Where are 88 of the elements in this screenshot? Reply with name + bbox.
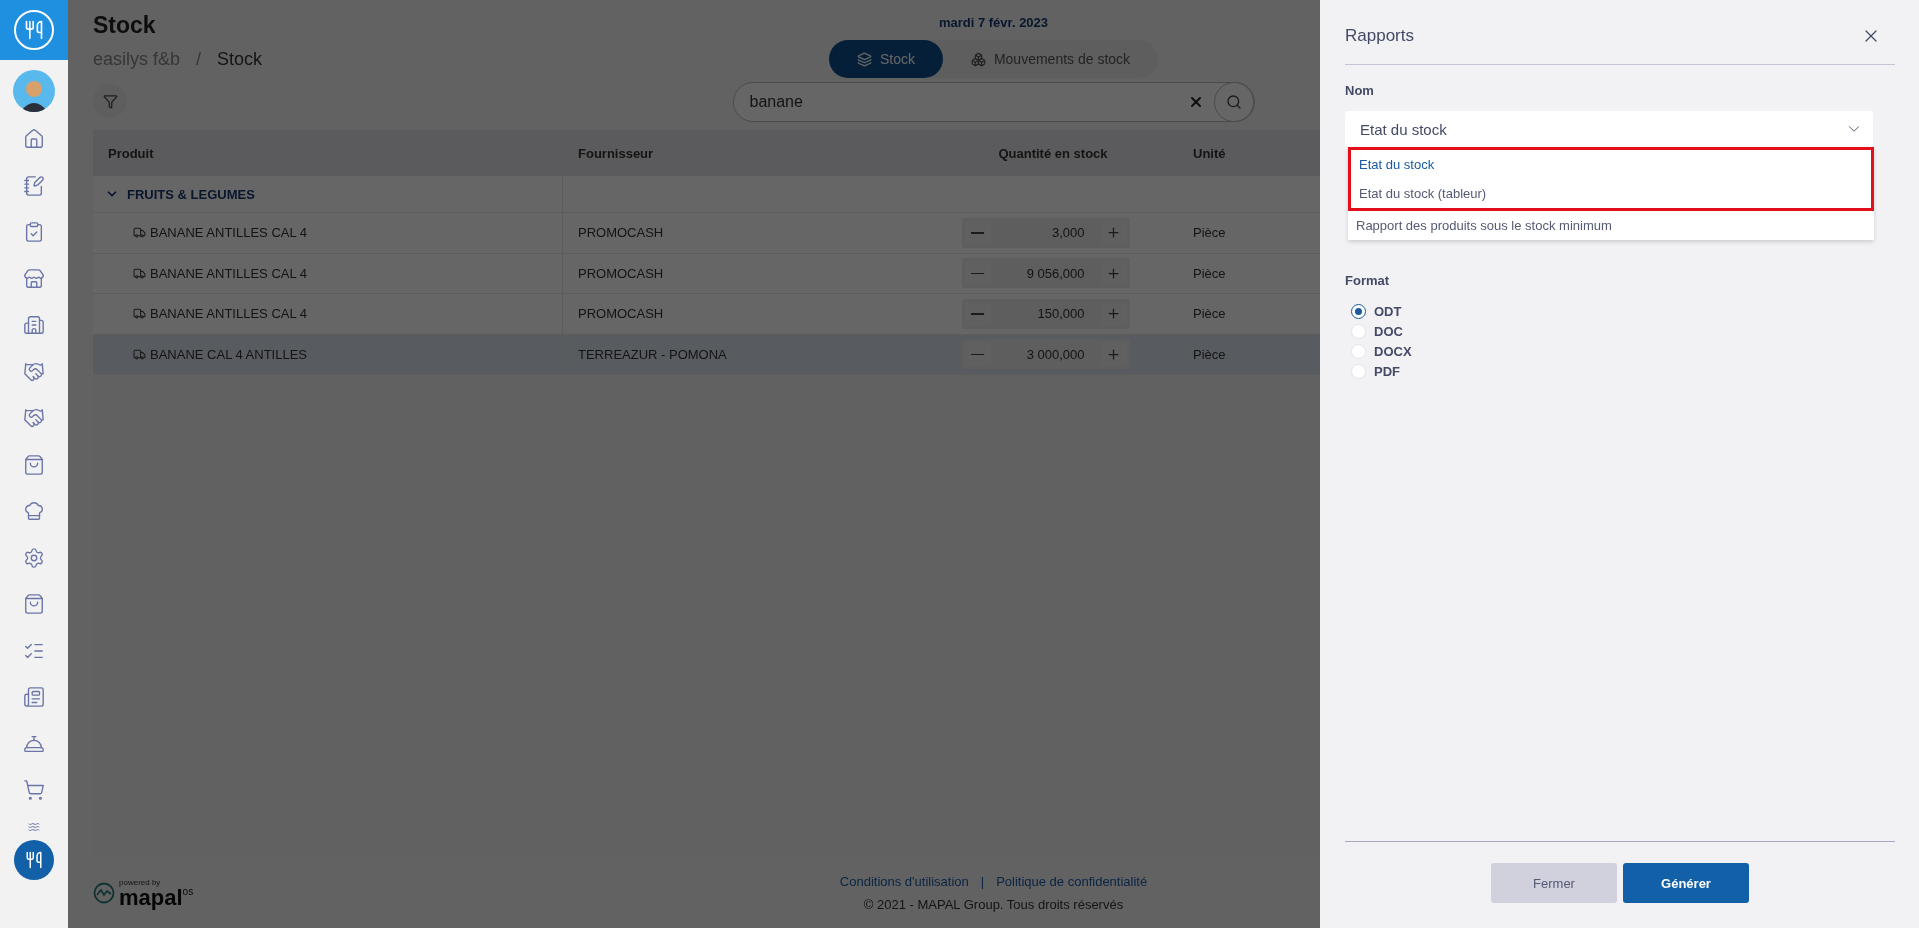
radio-label[interactable]: DOCX bbox=[1374, 344, 1412, 359]
quantity-value[interactable]: 9 056,000 bbox=[1026, 265, 1085, 281]
dropdown-option[interactable]: Etat du stock bbox=[1351, 150, 1871, 179]
notepad-pen-icon[interactable] bbox=[23, 174, 45, 197]
search-button[interactable] bbox=[1213, 82, 1254, 122]
link-separator: | bbox=[980, 874, 985, 889]
search-icon bbox=[1225, 94, 1242, 110]
footer-link[interactable]: Politique de confidentialité bbox=[996, 874, 1148, 889]
unit-name: Pièce bbox=[1193, 346, 1226, 362]
product-name: BANANE ANTILLES CAL 4 bbox=[150, 306, 308, 322]
minus-icon bbox=[971, 313, 984, 315]
plus-icon bbox=[1106, 346, 1121, 362]
column-header: Unité bbox=[1192, 145, 1227, 161]
bag-icon[interactable] bbox=[23, 453, 45, 476]
powered-by-label: powered by bbox=[119, 877, 162, 887]
view-tab[interactable]: Mouvements de stock bbox=[942, 40, 1159, 78]
boxes-icon bbox=[970, 51, 986, 67]
field-label: Nom bbox=[1345, 83, 1375, 98]
layers-icon bbox=[856, 51, 872, 67]
truck-icon bbox=[133, 307, 146, 321]
store-icon[interactable] bbox=[23, 267, 45, 290]
app-logo[interactable] bbox=[0, 0, 68, 60]
dropdown-option[interactable]: Rapport des produits sous le stock minimum bbox=[1348, 211, 1874, 240]
unit-name: Pièce bbox=[1193, 306, 1226, 322]
product-name: BANANE ANTILLES CAL 4 bbox=[150, 225, 308, 241]
brand-logo-icon bbox=[93, 882, 115, 904]
column-header: Produit bbox=[107, 145, 155, 161]
radio-button[interactable] bbox=[1351, 304, 1366, 319]
generate-button[interactable]: Générer bbox=[1623, 863, 1749, 903]
clipboard-check-icon[interactable] bbox=[23, 221, 45, 244]
brand-name: mapal bbox=[119, 886, 183, 909]
date-label: mardi 7 févr. 2023 bbox=[938, 15, 1049, 30]
breadcrumb-separator: / bbox=[196, 49, 202, 70]
supplier-name: PROMOCASH bbox=[578, 265, 664, 281]
quantity-stepper[interactable]: 9 056,000 bbox=[961, 258, 1130, 289]
user-avatar[interactable] bbox=[13, 70, 55, 112]
quantity-value[interactable]: 3 000,000 bbox=[1026, 346, 1085, 362]
quantity-value[interactable]: 3,000 bbox=[1051, 225, 1085, 241]
radio-label[interactable]: ODT bbox=[1374, 304, 1402, 319]
quantity-stepper[interactable]: 150,000 bbox=[961, 298, 1130, 329]
plus-icon bbox=[1106, 306, 1121, 322]
minus-icon bbox=[971, 232, 984, 234]
truck-icon bbox=[133, 226, 146, 240]
filter-button[interactable] bbox=[93, 84, 127, 118]
bag-icon[interactable] bbox=[23, 593, 45, 616]
unit-name: Pièce bbox=[1193, 265, 1226, 281]
supplier-name: PROMOCASH bbox=[578, 225, 664, 241]
minus-icon bbox=[971, 272, 984, 274]
field-label: Format bbox=[1345, 273, 1391, 288]
quantity-value[interactable]: 150,000 bbox=[1037, 306, 1085, 322]
plus-icon bbox=[1106, 225, 1121, 241]
group-name: FRUITS & LEGUMES bbox=[127, 186, 255, 202]
breadcrumb-item: Stock bbox=[217, 49, 263, 70]
product-name: BANANE CAL 4 ANTILLES bbox=[150, 346, 308, 362]
home-icon[interactable] bbox=[23, 128, 45, 151]
settings-icon[interactable] bbox=[23, 546, 45, 569]
dropdown-option[interactable]: Etat du stock (tableur) bbox=[1351, 179, 1871, 208]
search-value[interactable]: banane bbox=[749, 93, 803, 111]
waves-icon[interactable] bbox=[28, 820, 40, 833]
app-logo[interactable] bbox=[14, 839, 54, 880]
view-tab[interactable]: Stock bbox=[828, 40, 943, 78]
brand-suffix: os bbox=[182, 886, 194, 897]
supplier-name: TERREAZUR - POMONA bbox=[578, 346, 727, 362]
copyright-text: © 2021 - MAPAL Group. Tous droits réservés bbox=[863, 897, 1124, 912]
unit-name: Pièce bbox=[1193, 225, 1226, 241]
truck-icon bbox=[133, 347, 146, 361]
column-header: Fournisseur bbox=[577, 145, 655, 161]
document-icon[interactable] bbox=[23, 686, 45, 709]
quantity-stepper[interactable]: 3,000 bbox=[961, 217, 1130, 248]
cart-icon[interactable] bbox=[23, 779, 45, 802]
report-select[interactable]: Etat du stock bbox=[1345, 111, 1873, 147]
plus-icon bbox=[1106, 265, 1121, 281]
search-field[interactable]: banane bbox=[732, 82, 1255, 122]
footer-link[interactable]: Conditions d'utilisation bbox=[839, 874, 969, 889]
page-title: Stock bbox=[93, 12, 156, 39]
filter-icon bbox=[102, 93, 118, 109]
building-icon[interactable] bbox=[23, 314, 45, 337]
handshake-icon[interactable] bbox=[23, 407, 45, 430]
quantity-stepper[interactable]: 3 000,000 bbox=[961, 339, 1130, 370]
chef-hat-icon[interactable] bbox=[23, 500, 45, 523]
handshake-icon[interactable] bbox=[23, 360, 45, 383]
column-header: Quantité en stock bbox=[997, 145, 1109, 161]
close-button[interactable]: Fermer bbox=[1491, 863, 1617, 903]
minus-icon bbox=[971, 353, 984, 355]
supplier-name: PROMOCASH bbox=[578, 306, 664, 322]
product-name: BANANE ANTILLES CAL 4 bbox=[150, 265, 308, 281]
truck-icon bbox=[133, 266, 146, 280]
panel-title: Rapports bbox=[1345, 26, 1414, 46]
